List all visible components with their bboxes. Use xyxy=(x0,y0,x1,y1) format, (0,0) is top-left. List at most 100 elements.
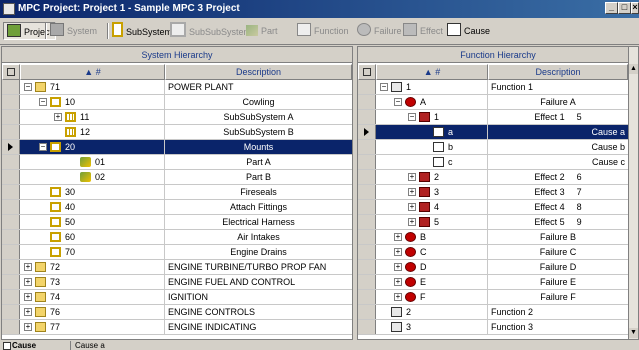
row-selector[interactable] xyxy=(358,320,376,334)
tree-row[interactable]: + D Failure D xyxy=(358,260,628,275)
tree-row[interactable]: 3 Function 3 xyxy=(358,320,628,335)
tree-row[interactable]: +4 Effect 4 8 xyxy=(358,200,628,215)
tree-row[interactable]: +2 Effect 2 6 xyxy=(358,170,628,185)
collapse-icon[interactable]: − xyxy=(408,113,416,121)
expand-icon[interactable]: + xyxy=(24,278,32,286)
tree-row[interactable]: c Cause c xyxy=(358,155,628,170)
collapse-icon[interactable]: − xyxy=(39,98,47,106)
row-selector[interactable] xyxy=(358,230,376,244)
tree-row[interactable]: −1 Effect 15 xyxy=(358,110,628,125)
minimize-button[interactable]: _ xyxy=(605,2,618,14)
tree-row[interactable]: 01 Part A xyxy=(2,155,352,170)
row-selector[interactable] xyxy=(358,290,376,304)
expand-icon[interactable]: + xyxy=(408,188,416,196)
tree-row[interactable]: 2 Function 2 xyxy=(358,305,628,320)
row-selector[interactable] xyxy=(358,155,376,169)
expand-icon[interactable]: + xyxy=(394,248,402,256)
expand-icon[interactable]: + xyxy=(24,293,32,301)
row-selector[interactable] xyxy=(358,95,376,109)
expand-icon[interactable]: + xyxy=(54,113,62,121)
title-bar[interactable]: MPC Project: Project 1 - Sample MPC 3 Pr… xyxy=(0,0,639,18)
row-selector[interactable] xyxy=(2,110,20,124)
scroll-down-icon[interactable]: ▼ xyxy=(629,328,638,338)
collapse-icon[interactable]: − xyxy=(380,83,388,91)
tree-row[interactable]: +73 ENGINE FUEL AND CONTROL xyxy=(2,275,352,290)
tree-row[interactable]: + C Failure C xyxy=(358,245,628,260)
row-selector[interactable] xyxy=(2,305,20,319)
toolbar-effect-button[interactable]: Effect xyxy=(403,22,443,40)
row-selector[interactable] xyxy=(358,260,376,274)
expand-icon[interactable]: + xyxy=(408,218,416,226)
number-column-header[interactable]: ▲ # xyxy=(20,64,165,80)
row-selector[interactable] xyxy=(2,245,20,259)
toolbar-subsystem-button[interactable]: SubSystem xyxy=(112,22,172,40)
row-selector[interactable] xyxy=(2,140,20,154)
expand-icon[interactable]: + xyxy=(24,308,32,316)
row-selector[interactable] xyxy=(358,140,376,154)
tree-row[interactable]: a Cause a xyxy=(358,125,628,140)
tree-row[interactable]: + B Failure B xyxy=(358,230,628,245)
tree-row[interactable]: − 20 Mounts xyxy=(2,140,352,155)
row-selector[interactable] xyxy=(358,200,376,214)
row-selector[interactable] xyxy=(2,200,20,214)
row-selector[interactable] xyxy=(2,80,20,94)
row-selector[interactable] xyxy=(358,185,376,199)
row-selector[interactable] xyxy=(2,125,20,139)
close-button[interactable]: × xyxy=(631,2,639,14)
row-selector[interactable] xyxy=(358,125,376,139)
tree-row[interactable]: + E Failure E xyxy=(358,275,628,290)
tree-row[interactable]: + F Failure F xyxy=(358,290,628,305)
number-column-header[interactable]: ▲ # xyxy=(376,64,488,80)
row-selector-header[interactable] xyxy=(358,64,376,80)
expand-icon[interactable]: + xyxy=(394,263,402,271)
tree-row[interactable]: 02 Part B xyxy=(2,170,352,185)
tree-row[interactable]: −1 Function 1 xyxy=(358,80,628,95)
row-selector[interactable] xyxy=(2,155,20,169)
toolbar-system-button[interactable]: System xyxy=(50,22,97,40)
tree-row[interactable]: − 10 Cowling xyxy=(2,95,352,110)
row-selector[interactable] xyxy=(2,320,20,334)
expand-icon[interactable]: + xyxy=(24,263,32,271)
row-selector[interactable] xyxy=(2,260,20,274)
row-selector[interactable] xyxy=(358,170,376,184)
row-selector[interactable] xyxy=(358,245,376,259)
row-selector[interactable] xyxy=(2,290,20,304)
row-selector[interactable] xyxy=(2,95,20,109)
expand-icon[interactable]: + xyxy=(394,233,402,241)
tree-row[interactable]: 60 Air Intakes xyxy=(2,230,352,245)
row-selector[interactable] xyxy=(2,275,20,289)
toolbar-failure-button[interactable]: Failure xyxy=(357,22,402,40)
tree-row[interactable]: +11 SubSubSystem A xyxy=(2,110,352,125)
collapse-icon[interactable]: − xyxy=(39,143,47,151)
tree-row[interactable]: +76 ENGINE CONTROLS xyxy=(2,305,352,320)
collapse-icon[interactable]: − xyxy=(394,98,402,106)
row-selector[interactable] xyxy=(2,230,20,244)
tree-row[interactable]: 40 Attach Fittings xyxy=(2,200,352,215)
row-selector[interactable] xyxy=(358,275,376,289)
tree-row[interactable]: 30 Fireseals xyxy=(2,185,352,200)
description-column-header[interactable]: Description xyxy=(488,64,628,80)
expand-icon[interactable]: + xyxy=(408,173,416,181)
tree-row[interactable]: − A Failure A xyxy=(358,95,628,110)
row-selector-header[interactable] xyxy=(2,64,20,80)
tree-row[interactable]: +5 Effect 5 9 xyxy=(358,215,628,230)
expand-icon[interactable]: + xyxy=(408,203,416,211)
row-selector[interactable] xyxy=(2,215,20,229)
toolbar-function-button[interactable]: Function xyxy=(297,22,349,40)
toolbar-part-button[interactable]: Part xyxy=(246,22,278,40)
toolbar-project-button[interactable]: Project xyxy=(3,22,57,40)
tree-row[interactable]: +74 IGNITION xyxy=(2,290,352,305)
collapse-icon[interactable]: − xyxy=(24,83,32,91)
tree-row[interactable]: 50 Electrical Harness xyxy=(2,215,352,230)
expand-icon[interactable]: + xyxy=(394,293,402,301)
row-selector[interactable] xyxy=(358,305,376,319)
maximize-button[interactable]: □ xyxy=(618,2,631,14)
row-selector[interactable] xyxy=(2,170,20,184)
tree-row[interactable]: − 71 POWER PLANT xyxy=(2,80,352,95)
vertical-scrollbar[interactable]: ▲ ▼ xyxy=(628,47,638,339)
tree-row[interactable]: 70 Engine Drains xyxy=(2,245,352,260)
toolbar-subsubsystem-button[interactable]: SubSubSystem xyxy=(170,22,251,40)
row-selector[interactable] xyxy=(358,110,376,124)
scroll-up-icon[interactable]: ▲ xyxy=(629,64,638,74)
tree-row[interactable]: 12 SubSubSystem B xyxy=(2,125,352,140)
